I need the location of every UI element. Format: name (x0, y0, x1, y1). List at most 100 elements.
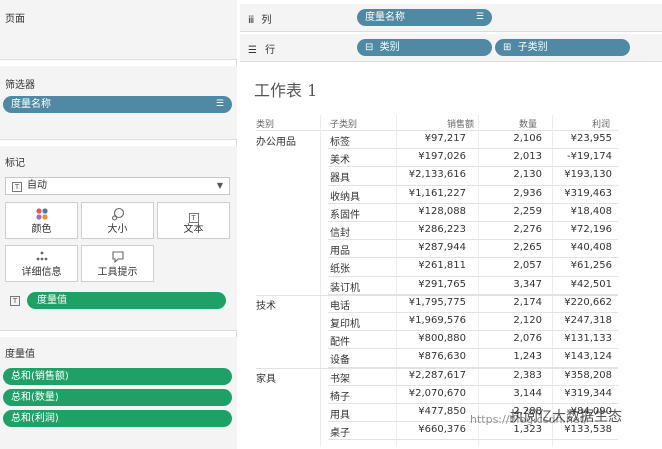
rows-shelf[interactable]: ☰ 行 ⊟ 类别 ⊞ 子类别 (240, 34, 662, 62)
measure-pill-quantity[interactable]: 总和(数量) (3, 389, 232, 406)
text-icon: T (158, 207, 229, 224)
measure-values-pill[interactable]: 度量值 (27, 292, 226, 309)
columns-label-text: 列 (261, 15, 272, 26)
rows-pill-label: 类别 (379, 42, 400, 53)
subcategory-cell[interactable]: 系固件 (330, 206, 360, 221)
subcategory-cell[interactable]: 用具 (330, 406, 350, 421)
profit-cell[interactable]: -¥19,174 (522, 151, 612, 162)
subcategory-cell[interactable]: 书架 (330, 370, 350, 385)
profit-cell[interactable]: ¥18,408 (522, 206, 612, 217)
size-button[interactable]: 大小 (81, 202, 154, 239)
text-mark-icon: T (12, 182, 22, 192)
filters-card[interactable]: 筛选器 度量名称 ☰ (0, 66, 237, 140)
subcategory-cell[interactable]: 标签 (330, 133, 350, 148)
columns-shelf[interactable]: iii 列 度量名称 ☰ (240, 4, 662, 32)
profit-cell[interactable]: ¥72,196 (522, 224, 612, 235)
header-profit: 利润 (592, 120, 611, 130)
header-category: 类别 (256, 120, 275, 130)
text-button-label: 文本 (183, 224, 204, 235)
subcategory-cell[interactable]: 配件 (330, 333, 350, 348)
row-divider (328, 166, 618, 168)
chevron-down-icon: ▼ (216, 181, 223, 190)
profit-cell[interactable]: ¥23,955 (522, 133, 612, 144)
text-field-icon: T (10, 296, 20, 306)
subcategory-cell[interactable]: 收纳具 (330, 188, 360, 203)
detail-button-label: 详细信息 (21, 267, 62, 278)
subcategory-cell[interactable]: 纸张 (330, 260, 350, 275)
measure-pill-profit[interactable]: 总和(利润) (3, 410, 232, 427)
profit-cell[interactable]: ¥319,463 (522, 188, 612, 199)
size-button-label: 大小 (107, 224, 128, 235)
subcategory-cell[interactable]: 设备 (330, 351, 350, 366)
measure-pill-label: 总和(利润) (11, 413, 59, 424)
profit-cell[interactable]: ¥220,662 (522, 297, 612, 308)
rows-pill-category[interactable]: ⊟ 类别 (357, 39, 492, 56)
columns-pill-measure-names[interactable]: 度量名称 ☰ (357, 9, 492, 26)
subcategory-cell[interactable]: 信封 (330, 224, 350, 239)
profit-cell[interactable]: ¥247,318 (522, 315, 612, 326)
rows-icon: ☰ (248, 45, 257, 56)
subcategory-cell[interactable]: 装订机 (330, 279, 360, 294)
profit-cell[interactable]: ¥143,124 (522, 351, 612, 362)
subcategory-cell[interactable]: 用品 (330, 242, 350, 257)
profit-cell[interactable]: ¥131,133 (522, 333, 612, 344)
expand-icon[interactable]: ⊞ (503, 42, 511, 53)
detail-button[interactable]: 详细信息 (5, 245, 78, 282)
subcategory-cell[interactable]: 桌子 (330, 424, 350, 439)
left-panel: 页面 筛选器 度量名称 ☰ 标记 T 自动 ▼ 颜色 大小 T 文本 详细信息 (0, 0, 237, 449)
profit-cell[interactable]: ¥319,344 (522, 388, 612, 399)
row-divider (328, 257, 618, 259)
category-label[interactable]: 技术 (256, 297, 276, 312)
tooltip-button-label: 工具提示 (97, 267, 138, 278)
worksheet: 工作表 1 类别 子类别 销售额 数量 利润 办公用品 标签 ¥97,217 2,10… (240, 67, 662, 449)
measure-values-title: 度量值 (5, 349, 35, 360)
profit-cell[interactable]: ¥42,501 (522, 279, 612, 290)
measure-values-pill-label: 度量值 (37, 295, 67, 306)
row-divider (328, 348, 618, 350)
row-divider (328, 148, 618, 150)
header-quantity: 数量 (519, 120, 538, 130)
subcategory-cell[interactable]: 器具 (330, 169, 350, 184)
row-divider (328, 439, 618, 441)
detail-dots-icon (6, 250, 77, 267)
filter-pill-measure-names[interactable]: 度量名称 ☰ (3, 96, 232, 113)
rows-pill-label: 子类别 (517, 42, 548, 53)
subcategory-cell[interactable]: 复印机 (330, 315, 360, 330)
text-button[interactable]: T 文本 (157, 202, 230, 239)
sheet-title: 工作表 1 (254, 81, 318, 100)
profit-cell[interactable]: ¥358,208 (522, 370, 612, 381)
pages-card[interactable]: 页面 (0, 0, 237, 60)
subcategory-cell[interactable]: 椅子 (330, 388, 350, 403)
sort-icon: ☰ (475, 12, 484, 22)
column-divider (320, 115, 321, 447)
category-label[interactable]: 办公用品 (256, 133, 296, 148)
measure-pill-label: 总和(数量) (11, 392, 59, 403)
profit-cell[interactable]: ¥40,408 (522, 242, 612, 253)
filters-title: 筛选器 (5, 80, 35, 91)
rows-pill-subcategory[interactable]: ⊞ 子类别 (495, 39, 630, 56)
subcategory-cell[interactable]: 美术 (330, 151, 350, 166)
row-divider (328, 239, 618, 241)
category-label[interactable]: 家具 (256, 370, 276, 385)
profit-cell[interactable]: ¥193,130 (522, 169, 612, 180)
tooltip-button[interactable]: 工具提示 (81, 245, 154, 282)
subcategory-cell[interactable]: 电话 (330, 297, 350, 312)
rows-label-text: 行 (265, 45, 276, 56)
profit-cell[interactable]: ¥61,256 (522, 260, 612, 271)
marks-title: 标记 (5, 158, 25, 169)
columns-pill-label: 度量名称 (365, 12, 405, 23)
row-divider (328, 184, 618, 186)
group-divider (256, 294, 618, 296)
collapse-icon[interactable]: ⊟ (365, 42, 373, 53)
tooltip-icon (82, 250, 153, 267)
color-button[interactable]: 颜色 (5, 202, 78, 239)
mark-type-select[interactable]: T 自动 ▼ (5, 177, 230, 195)
row-divider (328, 202, 618, 204)
measure-pill-sales[interactable]: 总和(销售额) (3, 368, 232, 385)
row-divider (328, 403, 618, 404)
size-icon (82, 207, 153, 224)
row-divider (328, 330, 618, 332)
color-button-label: 颜色 (31, 224, 52, 235)
header-sales: 销售额 (447, 120, 475, 130)
row-divider (328, 384, 618, 386)
